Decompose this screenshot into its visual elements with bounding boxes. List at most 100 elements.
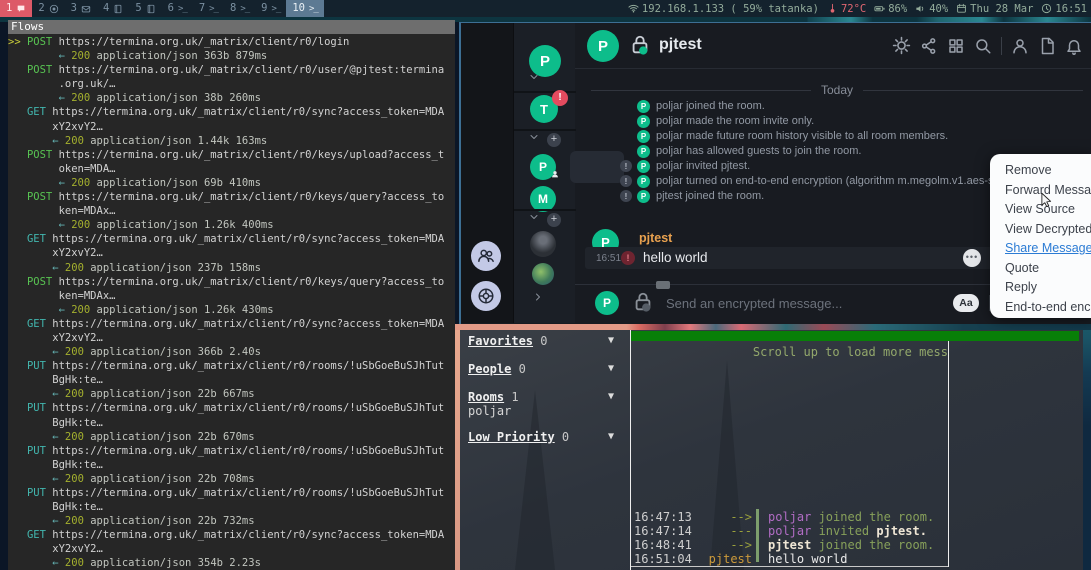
room-avatar-earth[interactable] <box>532 263 554 285</box>
flow-text: ← <box>52 388 65 400</box>
flow-text: application/json 1.26k 430ms <box>90 304 273 316</box>
workspace-2[interactable]: 2 <box>32 0 64 17</box>
flow-text <box>8 191 27 203</box>
sidebar-section-people[interactable]: People 0 <box>468 362 526 376</box>
flow-text: GET <box>27 318 46 330</box>
flow-row[interactable]: PUT https://termina.org.uk/_matrix/clien… <box>8 401 455 443</box>
flow-row[interactable]: POST https://termina.org.uk/_matrix/clie… <box>8 275 455 317</box>
search-icon[interactable] <box>974 37 992 55</box>
flow-row[interactable]: POST https://termina.org.uk/_matrix/clie… <box>8 190 455 232</box>
flow-text <box>8 233 27 245</box>
status-segments: 192.168.1.133 ( 59% tatanka)72°C86%40%Th… <box>628 0 1087 17</box>
urgent-badge: ! <box>552 90 568 106</box>
flow-url-continuation: xY2xvY2… <box>8 331 455 345</box>
share-icon[interactable] <box>920 37 938 55</box>
workspace-10[interactable]: 10>_ <box>286 0 324 17</box>
add-room-button[interactable]: + <box>547 213 561 227</box>
flow-url-continuation: ken=MDAx… <box>8 204 455 218</box>
settings-icon[interactable] <box>892 36 911 55</box>
flow-row[interactable]: PUT https://termina.org.uk/_matrix/clien… <box>8 444 455 486</box>
flow-row[interactable]: PUT https://termina.org.uk/_matrix/clien… <box>8 359 455 401</box>
flow-text: BgHk:te… <box>8 501 103 513</box>
message-input[interactable]: Send an encrypted message... <box>666 296 842 311</box>
menu-item-reply[interactable]: Reply <box>990 278 1091 298</box>
chevron-down-icon[interactable] <box>528 211 540 223</box>
workspace-7[interactable]: 7>_ <box>193 0 224 17</box>
flow-request-line: PUT https://termina.org.uk/_matrix/clien… <box>8 401 455 415</box>
flow-text: GET <box>27 233 46 245</box>
workspace-3[interactable]: 3 <box>65 0 97 17</box>
files-icon[interactable] <box>1038 37 1056 55</box>
workspace-5[interactable]: 5 <box>129 0 161 17</box>
workspace-number: 7 <box>199 0 205 17</box>
chat-timestamp: 16:48:41 <box>634 538 692 552</box>
flow-row[interactable]: PUT https://termina.org.uk/_matrix/clien… <box>8 486 455 528</box>
flow-row[interactable]: POST https://termina.org.uk/_matrix/clie… <box>8 63 455 105</box>
menu-item-share-message[interactable]: Share Message <box>990 239 1091 259</box>
chevron-down-icon[interactable] <box>528 71 540 83</box>
flow-text: BgHk:te… <box>8 459 103 471</box>
header-icon-row <box>892 36 1083 55</box>
mouse-cursor <box>1040 192 1055 212</box>
workspace-8[interactable]: 8>_ <box>224 0 255 17</box>
sidebar-section-favorites[interactable]: Favorites 0 <box>468 334 547 348</box>
section-name: Low Priority <box>468 430 555 444</box>
selected-room-highlight[interactable] <box>570 151 624 183</box>
apps-grid-icon[interactable] <box>947 37 965 55</box>
flow-url-continuation: BgHk:te… <box>8 373 455 387</box>
workspace-9[interactable]: 9>_ <box>255 0 286 17</box>
flow-row[interactable]: GET https://termina.org.uk/_matrix/clien… <box>8 232 455 274</box>
gomuks-terminal-window: Favorites 0▼People 0▼Rooms 1▼poljarLow P… <box>460 330 1083 570</box>
notifications-icon[interactable] <box>1065 37 1083 55</box>
workspace-1[interactable]: 1 <box>0 0 32 17</box>
flow-text: .org.uk/… <box>8 78 115 90</box>
event-text: poljar made the room invite only. <box>656 115 814 127</box>
flow-text: xY2xvY2… <box>8 332 103 344</box>
workspace-list: 123456>_7>_8>_9>_10>_ <box>0 0 324 17</box>
event-text: poljar invited pjtest. <box>656 160 750 172</box>
add-room-button[interactable]: + <box>547 133 561 147</box>
flow-row[interactable]: GET https://termina.org.uk/_matrix/clien… <box>8 105 455 147</box>
menu-item-quote[interactable]: Quote <box>990 259 1091 279</box>
menu-item-end-to-end-encry[interactable]: End-to-end encry <box>990 298 1091 318</box>
flow-text <box>8 445 27 457</box>
flow-text <box>8 219 59 231</box>
flow-text: ken=MDAx… <box>8 205 115 217</box>
explore-button[interactable] <box>471 281 501 311</box>
sidebar-section-rooms[interactable]: Rooms 1 <box>468 390 519 404</box>
flow-text <box>8 402 27 414</box>
scroll-notice: Scroll up to load more mess <box>631 345 948 359</box>
flow-text <box>8 557 52 569</box>
flow-row[interactable]: GET https://termina.org.uk/_matrix/clien… <box>8 528 455 570</box>
chat-message-segment: joined the room. <box>811 538 934 552</box>
workspace-4[interactable]: 4 <box>97 0 129 17</box>
formatting-button[interactable]: Aa <box>953 294 979 312</box>
chat-message-segment: hello world <box>768 552 847 566</box>
flow-text: PUT <box>27 402 46 414</box>
flow-text: 200 <box>65 262 84 274</box>
flow-row[interactable]: POST https://termina.org.uk/_matrix/clie… <box>8 148 455 190</box>
chat-icon <box>16 4 26 14</box>
chevron-right-icon[interactable] <box>532 291 544 303</box>
flow-row[interactable]: >> POST https://termina.org.uk/_matrix/c… <box>8 35 455 63</box>
room-avatar-tower[interactable] <box>530 231 556 257</box>
calendar-icon <box>956 3 967 14</box>
sidebar-section-low-priority[interactable]: Low Priority 0 <box>468 430 569 444</box>
flow-text: xY2xvY2… <box>8 247 103 259</box>
menu-item-view-decrypted-s[interactable]: View Decrypted S <box>990 220 1091 240</box>
flow-text: ← <box>52 473 65 485</box>
message-row[interactable]: 16:51 ! hello world ••• <box>585 247 1000 269</box>
workspace-6[interactable]: 6>_ <box>162 0 193 17</box>
room-header: P pjtest <box>575 23 1091 69</box>
chevron-down-icon[interactable] <box>528 131 540 143</box>
groups-button[interactable] <box>471 241 501 271</box>
flow-row[interactable]: GET https://termina.org.uk/_matrix/clien… <box>8 317 455 359</box>
room-list-item-poljar[interactable]: poljar <box>468 404 511 418</box>
event-avatar: P <box>637 115 650 128</box>
markdown-badge <box>656 281 670 289</box>
menu-item-remove[interactable]: Remove <box>990 161 1091 181</box>
room-avatar[interactable]: P <box>587 30 619 62</box>
message-options-button[interactable]: ••• <box>963 249 981 267</box>
members-icon[interactable] <box>1011 37 1029 55</box>
composer-lock-icon <box>632 291 654 313</box>
